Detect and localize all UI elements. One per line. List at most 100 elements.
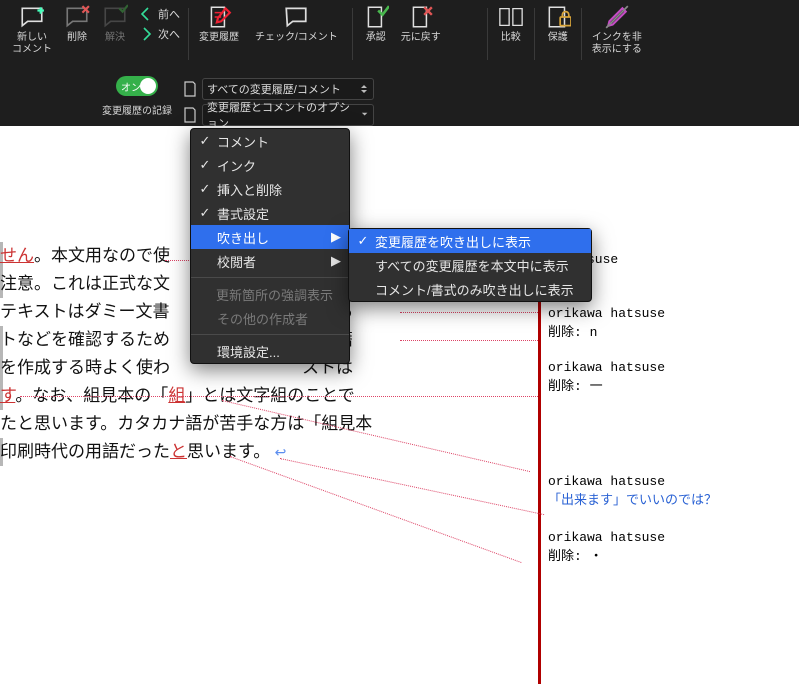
comment-icon <box>283 4 309 30</box>
text: 。本文用なので使 <box>34 246 170 265</box>
text: せん <box>0 246 34 265</box>
protect-label: 保護 <box>548 32 568 44</box>
check-icon: ✓ <box>199 157 211 173</box>
new-comment-label: 新しいコメント <box>12 32 52 56</box>
balloon-body: 削除: n <box>548 321 665 340</box>
balloon[interactable]: orikawa hatsuse 「出来ます」でいいのでは？ <box>548 474 717 508</box>
connector-line <box>400 312 538 313</box>
chevron-updown-icon <box>359 84 369 94</box>
markup-options-dropdown[interactable]: 変更履歴とコメントのオプション <box>202 104 374 126</box>
text: す <box>0 386 15 405</box>
menu-item-other-authors: その他の作成者 <box>191 306 349 330</box>
track-changes-button[interactable]: 変更履歴 <box>193 4 245 64</box>
menu-item-preferences[interactable]: 環境設定... <box>191 339 349 363</box>
accept-label: 承認 <box>366 32 386 44</box>
text: テキストはダミー文書 <box>0 302 170 321</box>
balloons-submenu: ✓ 変更履歴を吹き出しに表示 すべての変更履歴を本文中に表示 コメント/書式のみ吹… <box>348 228 592 302</box>
protect-button[interactable]: 保護 <box>539 4 577 64</box>
text: トなどを確認するため <box>0 330 170 349</box>
ink-hide-button[interactable]: インクを非表示にする <box>586 4 648 64</box>
track-changes-subrow: オン 変更履歴の記録 すべての変更履歴/コメント 変更履歴とコメントのオプション <box>0 72 799 130</box>
document-icon <box>182 107 198 123</box>
track-changes-toggle[interactable]: オン <box>116 76 158 96</box>
markup-display-value: すべての変更履歴/コメント <box>207 81 341 97</box>
toggle-on-label: オン <box>121 79 141 94</box>
submenu-item-format-only[interactable]: コメント/書式のみ吹き出しに表示 <box>349 277 591 301</box>
balloon-author: orikawa hatsuse <box>548 306 665 321</box>
menu-item-insert-delete[interactable]: ✓ 挿入と削除 <box>191 177 349 201</box>
reject-label: 元に戻す <box>401 32 441 44</box>
submenu-item-in-balloons[interactable]: ✓ 変更履歴を吹き出しに表示 <box>349 229 591 253</box>
check-icon: ✓ <box>199 181 211 197</box>
menu-item-balloons[interactable]: 吹き出し ▶ <box>191 225 349 249</box>
text: と <box>170 442 187 461</box>
separator <box>352 8 353 60</box>
markup-dropdown-column: すべての変更履歴/コメント 変更履歴とコメントのオプション <box>172 72 374 126</box>
nav-column: 前へ 次へ <box>134 4 184 42</box>
pencil-slash-icon <box>604 4 630 30</box>
reject-button[interactable]: 元に戻す <box>395 4 447 64</box>
accept-icon <box>363 4 389 30</box>
connector-line <box>230 456 522 563</box>
menu-label: 環境設定... <box>217 342 280 361</box>
menu-divider <box>191 334 349 335</box>
menu-label: インク <box>217 156 256 175</box>
check-comment-button[interactable]: チェック/コメント <box>245 4 348 64</box>
text: 印刷時代の用語だった <box>0 442 170 461</box>
menu-item-ink[interactable]: ✓ インク <box>191 153 349 177</box>
menu-label: 吹き出し <box>217 228 269 247</box>
check-icon: ✓ <box>199 133 211 149</box>
comment-x-icon <box>64 4 90 30</box>
separator <box>188 8 189 60</box>
balloon-body: 削除: ・ <box>548 545 665 564</box>
ink-hide-label: インクを非表示にする <box>592 32 642 56</box>
accept-button[interactable]: 承認 <box>357 4 395 64</box>
delete-comment-button[interactable]: 削除 <box>58 4 96 64</box>
balloon-author: orikawa hatsuse <box>548 474 717 489</box>
separator <box>581 8 582 60</box>
markup-display-dropdown[interactable]: すべての変更履歴/コメント <box>202 78 374 100</box>
text: たと思います。カタカナ語が苦手な方は「組見本 <box>0 414 372 433</box>
check-icon: ✓ <box>199 205 211 221</box>
balloon[interactable]: orikawa hatsuse 削除: n <box>548 306 665 340</box>
comment-check-icon <box>102 4 128 30</box>
record-label: 変更履歴の記録 <box>102 102 172 117</box>
next-label: 次へ <box>158 26 180 42</box>
submenu-item-inline[interactable]: すべての変更履歴を本文中に表示 <box>349 253 591 277</box>
check-label: チェック/コメント <box>255 32 338 44</box>
check-icon: ✓ <box>357 233 369 249</box>
separator <box>487 8 488 60</box>
track-changes-icon <box>206 4 232 30</box>
separator <box>534 8 535 60</box>
menu-item-formatting[interactable]: ✓書式設定 <box>191 201 349 225</box>
menu-label: その他の作成者 <box>217 309 308 328</box>
menu-item-comments[interactable]: ✓コメント <box>191 129 349 153</box>
balloon[interactable]: orikawa hatsuse 削除: ・ <box>548 530 665 564</box>
menu-label: 更新箇所の強調表示 <box>216 285 333 304</box>
text: を作成する時よく使わ <box>0 358 170 377</box>
menu-item-highlight-updates: 更新箇所の強調表示 <box>191 282 349 306</box>
ribbon-review-tab: 新しいコメント 削除 解決 前へ 次へ 変更履歴 <box>0 0 799 72</box>
menu-label: 変更履歴を吹き出しに表示 <box>375 232 531 251</box>
arrow-forward-icon <box>138 26 154 42</box>
new-comment-button[interactable]: 新しいコメント <box>6 4 58 64</box>
menu-label: 挿入と削除 <box>217 180 282 199</box>
text: 思います。 <box>187 442 270 461</box>
balloon-body: 「出来ます」でいいのでは？ <box>548 489 717 508</box>
menu-item-reviewers[interactable]: 校閲者▶ <box>191 249 349 273</box>
document-icon <box>182 81 198 97</box>
prev-comment-button[interactable]: 前へ <box>138 6 180 22</box>
chevron-down-icon <box>360 110 369 120</box>
resolve-label: 解決 <box>105 32 125 44</box>
arrow-back-icon <box>138 6 154 22</box>
submenu-arrow-icon: ▶ <box>331 253 341 269</box>
compare-button[interactable]: 比較 <box>492 4 530 64</box>
menu-label: コメント/書式のみ吹き出しに表示 <box>375 280 574 299</box>
delete-label: 削除 <box>67 32 87 44</box>
menu-divider <box>191 277 349 278</box>
comment-plus-icon <box>19 4 45 30</box>
balloon[interactable]: orikawa hatsuse 削除: 一 <box>548 360 665 394</box>
next-comment-button[interactable]: 次へ <box>138 26 180 42</box>
connector-line <box>20 396 538 397</box>
submenu-arrow-icon: ▶ <box>331 229 341 245</box>
